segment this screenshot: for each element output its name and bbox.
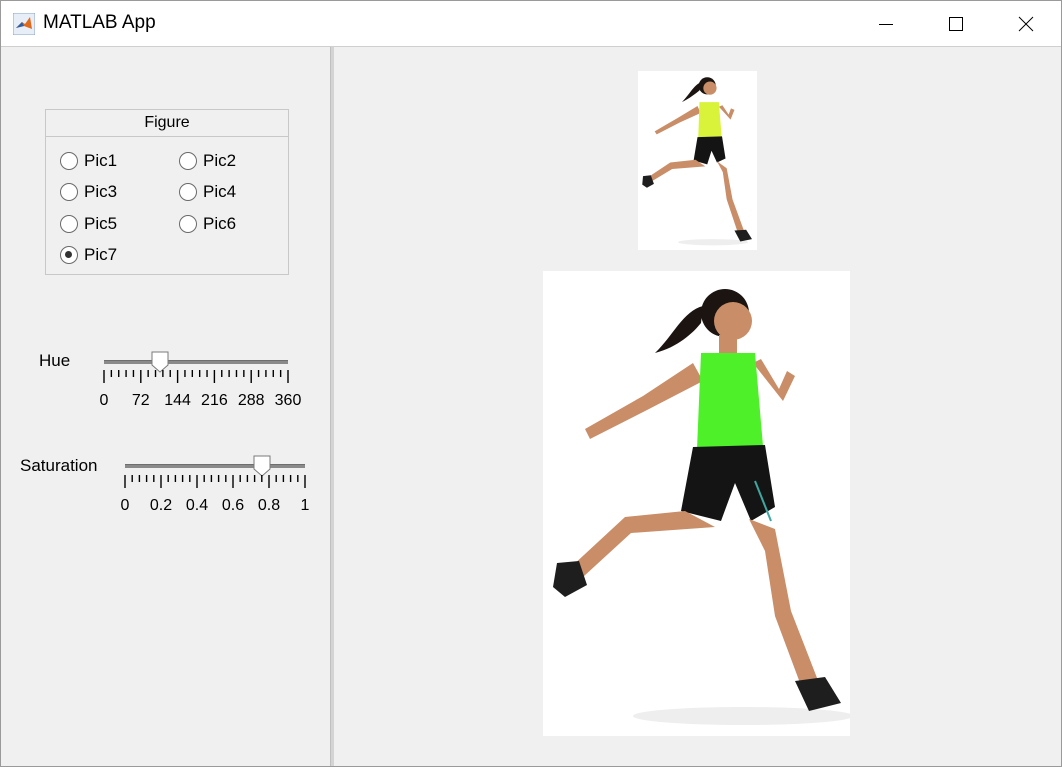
tick-label: 0.4 <box>186 497 208 514</box>
radio-label: Pic7 <box>84 245 118 264</box>
radio-circle <box>60 183 78 201</box>
radio-label: Pic5 <box>84 214 118 233</box>
hue-slider-track[interactable] <box>104 360 288 364</box>
minimize-button[interactable] <box>851 1 921 46</box>
tick-label: 72 <box>132 392 150 409</box>
figure-button-group: Figure Pic1 Pic2 Pic3 Pic4 Pic5 Pic6 Pic… <box>45 109 289 275</box>
radio-circle <box>60 152 78 170</box>
radio-circle-selected <box>60 246 78 264</box>
radio-pic3[interactable]: Pic3 <box>60 181 117 203</box>
radio-circle <box>179 152 197 170</box>
original-image <box>638 71 757 250</box>
close-button[interactable] <box>991 1 1061 46</box>
radio-label: Pic4 <box>203 182 237 201</box>
title-bar[interactable]: MATLAB App <box>1 1 1061 46</box>
control-panel: Figure Pic1 Pic2 Pic3 Pic4 Pic5 Pic6 Pic… <box>2 47 330 766</box>
tick-label: 360 <box>275 392 302 409</box>
window-title: MATLAB App <box>43 12 156 33</box>
saturation-slider-track[interactable] <box>125 464 305 468</box>
radio-pic6[interactable]: Pic6 <box>179 213 236 235</box>
tick-label: 0.2 <box>150 497 172 514</box>
runner-original-photo <box>639 71 756 250</box>
tick-label: 0.6 <box>222 497 244 514</box>
tick-label: 144 <box>164 392 191 409</box>
minimize-icon <box>879 24 893 25</box>
radio-circle <box>179 183 197 201</box>
saturation-label: Saturation <box>20 456 98 475</box>
radio-pic5[interactable]: Pic5 <box>60 213 117 235</box>
radio-circle <box>179 215 197 233</box>
radio-pic4[interactable]: Pic4 <box>179 181 236 203</box>
tick-label: 216 <box>201 392 228 409</box>
runner-adjusted-photo <box>543 271 850 736</box>
tick-label: 1 <box>301 497 310 514</box>
matlab-icon <box>13 13 35 35</box>
image-panel <box>334 47 1061 766</box>
app-window: MATLAB App Figure Pic1 Pic2 Pic3 Pic4 Pi… <box>0 0 1062 767</box>
radio-circle <box>60 215 78 233</box>
maximize-icon <box>949 17 963 31</box>
hue-slider-ticks: 0 72 144 216 288 360 <box>100 370 302 409</box>
radio-pic2[interactable]: Pic2 <box>179 150 236 172</box>
radio-label: Pic3 <box>84 182 118 201</box>
radio-label: Pic1 <box>84 151 118 170</box>
figure-group-title: Figure <box>46 110 288 137</box>
tick-label: 0 <box>100 392 109 409</box>
maximize-button[interactable] <box>921 1 991 46</box>
saturation-slider-ticks: 0 0.2 0.4 0.6 0.8 1 <box>121 475 310 514</box>
radio-label: Pic6 <box>203 214 237 233</box>
tick-label: 288 <box>238 392 265 409</box>
radio-pic1[interactable]: Pic1 <box>60 150 117 172</box>
radio-label: Pic2 <box>203 151 237 170</box>
adjusted-image <box>543 271 850 736</box>
tick-label: 0 <box>121 497 130 514</box>
close-icon <box>1018 16 1034 32</box>
radio-pic7[interactable]: Pic7 <box>60 244 117 266</box>
tick-label: 0.8 <box>258 497 280 514</box>
hue-label: Hue <box>39 351 71 370</box>
